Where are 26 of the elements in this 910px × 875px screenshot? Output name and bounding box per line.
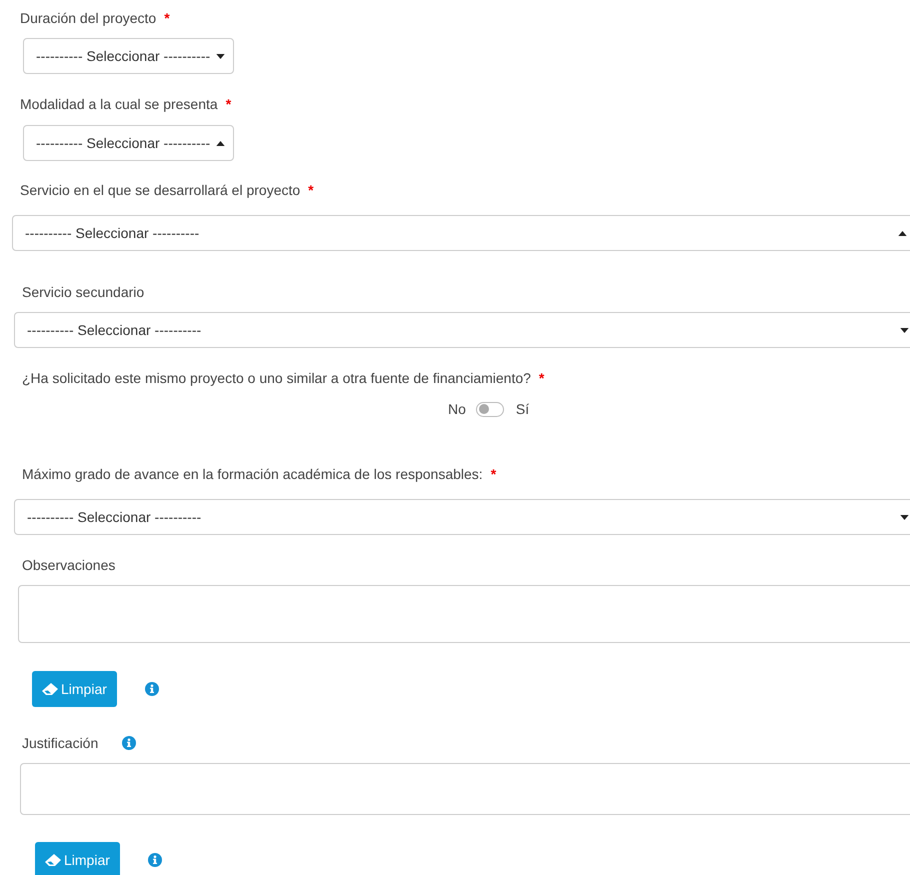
eraser-icon bbox=[42, 682, 58, 696]
required-mark: * bbox=[538, 368, 544, 388]
toggle-label: No bbox=[448, 400, 466, 418]
toggle-label: Sí bbox=[516, 400, 530, 418]
field-label: Duración del proyecto bbox=[20, 8, 156, 28]
field-label: Modalidad a la cual se presenta bbox=[20, 94, 218, 114]
select-field[interactable]: ---------- Seleccionar ---------- bbox=[14, 312, 910, 348]
select-field[interactable]: ---------- Seleccionar ---------- bbox=[23, 125, 234, 161]
eraser-icon bbox=[45, 854, 61, 866]
select-field[interactable]: ---------- Seleccionar ---------- bbox=[14, 499, 910, 535]
info-icon[interactable] bbox=[122, 736, 136, 750]
select-field[interactable]: ---------- Seleccionar ---------- bbox=[12, 215, 910, 251]
field-label: Máximo grado de avance en la formación académica de los responsables: bbox=[22, 464, 483, 484]
required-mark: * bbox=[164, 8, 170, 28]
info-icon[interactable] bbox=[144, 682, 159, 696]
required-mark: * bbox=[308, 180, 314, 200]
field-label: Observaciones bbox=[22, 556, 116, 574]
required-mark: * bbox=[490, 464, 496, 484]
field-label: ¿Ha solicitado este mismo proyecto o uno similar a otra fuente de financiamiento? bbox=[22, 368, 531, 388]
field-label: Servicio secundario bbox=[22, 282, 144, 302]
required-mark: * bbox=[226, 94, 232, 114]
info-icon[interactable] bbox=[148, 853, 162, 867]
field-label: Servicio en el que se desarrollará el proyecto bbox=[20, 180, 300, 200]
toggle-switch[interactable] bbox=[476, 402, 504, 416]
select-field[interactable]: ---------- Seleccionar ---------- bbox=[23, 38, 234, 74]
field-label: Justificación bbox=[22, 734, 98, 752]
